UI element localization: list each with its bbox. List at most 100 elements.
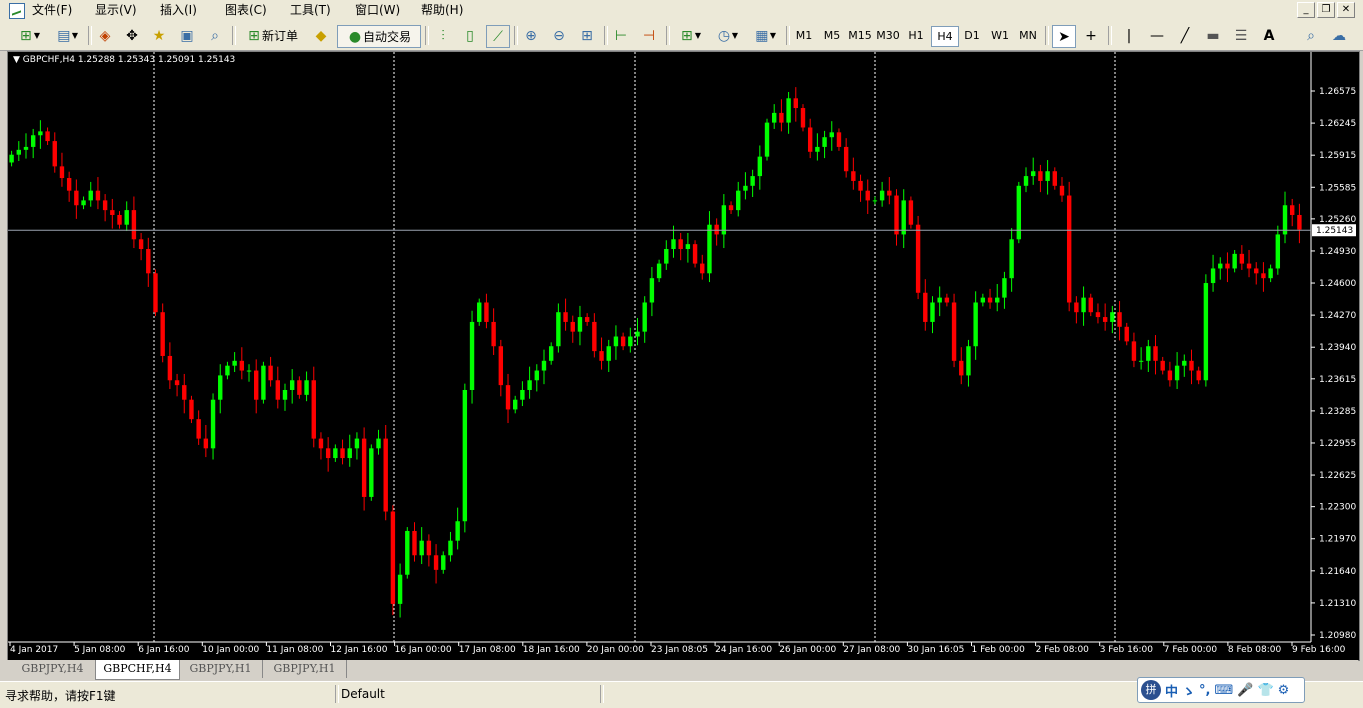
timeframe-d1[interactable]: D1 [959, 26, 985, 45]
zoom-in-button[interactable]: ⊕ [520, 25, 542, 46]
tab-gbpchf-h4[interactable]: GBPCHF,H4 [95, 660, 180, 680]
candle-body [836, 132, 842, 147]
cursor-tool-button[interactable]: ➤ [1052, 25, 1076, 48]
app-chart-icon[interactable] [9, 3, 25, 19]
candlestick-button[interactable]: ▯ [459, 25, 481, 46]
minimize-button[interactable]: _ [1297, 2, 1315, 18]
templates-icon: ▦ [755, 27, 769, 44]
candle-body [1146, 346, 1151, 361]
close-button[interactable]: ✕ [1337, 2, 1355, 18]
terminal-button[interactable]: ▣ [176, 25, 198, 46]
menu-bar: 文件(F) 显示(V) 插入(I) 图表(C) 工具(T) 窗口(W) 帮助(H… [0, 0, 1363, 22]
y-tick-label: 1.22300 [1319, 503, 1356, 513]
ime-toolbar[interactable]: 拼 中 ゝ °, ⌨ 🎤 👕 ⚙ [1137, 677, 1305, 703]
timeframe-mn[interactable]: MN [1015, 26, 1041, 45]
candle-body [289, 380, 295, 390]
ime-microphone-icon[interactable]: 🎤 [1237, 683, 1253, 698]
ime-moon-icon[interactable]: ゝ [1182, 681, 1195, 700]
auto-trading-label: 自动交易 [362, 30, 411, 44]
chart-shift-button[interactable]: ⊢ [610, 25, 632, 46]
channel-button[interactable]: ▬ [1202, 25, 1224, 46]
zoom-in-icon: ⊕ [525, 27, 537, 44]
horizontal-line-icon: — [1150, 27, 1164, 44]
candle-body [196, 419, 201, 439]
candle-body [843, 146, 849, 172]
vertical-line-button[interactable]: | [1118, 25, 1140, 46]
community-button[interactable]: ☁ [1328, 25, 1350, 46]
candle-body [239, 360, 245, 371]
timeframe-m5[interactable]: M5 [819, 26, 845, 45]
restore-button[interactable]: ❐ [1317, 2, 1335, 18]
tile-windows-button[interactable]: ⊞ [576, 25, 598, 46]
horizontal-line-button[interactable]: — [1146, 25, 1168, 46]
candlestick-chart[interactable]: 1.26575 1.26245 1.25915 1.25585 1.25260 1.249… [8, 52, 1359, 660]
menu-help[interactable]: 帮助(H) [421, 2, 463, 18]
timeframe-h1[interactable]: H1 [903, 26, 929, 45]
candle-body [944, 297, 950, 303]
timeframe-m30[interactable]: M30 [875, 26, 901, 45]
market-watch-button[interactable]: ◈ [94, 25, 116, 46]
ime-keyboard-icon[interactable]: ⌨ [1214, 683, 1233, 698]
candle-body [1167, 370, 1173, 381]
data-window-icon: ✥ [126, 27, 138, 44]
candle-body [102, 200, 108, 211]
candle-body [995, 297, 1000, 303]
candle-body [1160, 360, 1165, 371]
menu-insert[interactable]: 插入(I) [160, 2, 197, 18]
tab-gbpjpy-h1-2[interactable]: GBPJPY,H1 [263, 660, 347, 678]
menu-charts[interactable]: 图表(C) [225, 2, 267, 18]
candle-body [124, 210, 129, 225]
new-chart-button[interactable]: ⊞ ▼ [12, 25, 46, 46]
candle-body [383, 438, 388, 512]
profiles-button[interactable]: ▤ ▼ [50, 25, 84, 46]
menu-window[interactable]: 窗口(W) [355, 2, 400, 18]
tester-magnifier-icon: ⌕ [211, 27, 219, 44]
text-tool-button[interactable]: A [1258, 25, 1280, 46]
x-tick-label: 27 Jan 08:00 [843, 645, 900, 655]
menu-tools[interactable]: 工具(T) [290, 2, 331, 18]
tab-gbpjpy-h1[interactable]: GBPJPY,H1 [179, 660, 263, 678]
ime-settings-gear-icon[interactable]: ⚙ [1278, 683, 1290, 698]
candle-body [45, 131, 50, 142]
timeframe-w1[interactable]: W1 [987, 26, 1013, 45]
x-tick-label: 16 Jan 00:00 [395, 645, 452, 655]
timeframe-m15[interactable]: M15 [847, 26, 873, 45]
crosshair-tool-button[interactable]: + [1080, 25, 1102, 46]
indicators-button[interactable]: ⊞ ▼ [673, 25, 707, 46]
periods-button[interactable]: ◷ ▼ [710, 25, 744, 46]
search-button[interactable]: ⌕ [1300, 25, 1322, 46]
metaeditor-button[interactable]: ◆ [310, 25, 332, 46]
menu-view[interactable]: 显示(V) [95, 2, 137, 18]
timeframe-m1[interactable]: M1 [791, 26, 817, 45]
candle-body [628, 336, 633, 347]
timeframe-h4[interactable]: H4 [931, 26, 959, 47]
candle-body [714, 224, 719, 235]
menu-file[interactable]: 文件(F) [32, 2, 72, 18]
fibonacci-button[interactable]: ☰ [1230, 25, 1252, 46]
candle-body [1138, 360, 1144, 362]
bar-chart-button[interactable]: ⫶ [432, 25, 454, 46]
candle-body [700, 263, 705, 274]
y-tick-label: 1.22625 [1319, 471, 1356, 481]
data-window-button[interactable]: ✥ [121, 25, 143, 46]
auto-trading-button[interactable]: ● 自动交易 [337, 25, 421, 48]
status-divider [600, 685, 604, 703]
zoom-out-button[interactable]: ⊖ [548, 25, 570, 46]
ime-logo[interactable]: 拼 [1141, 680, 1161, 700]
navigator-button[interactable]: ★ [148, 25, 170, 46]
x-tick-label: 8 Feb 08:00 [1228, 645, 1282, 655]
trendline-button[interactable]: ╱ [1174, 25, 1196, 46]
ime-skin-icon[interactable]: 👕 [1257, 683, 1273, 698]
new-order-button[interactable]: ⊞ 新订单 [240, 25, 304, 46]
candle-body [1203, 283, 1209, 381]
line-chart-button[interactable]: ⟋ [486, 25, 510, 48]
ime-chinese-mode[interactable]: 中 [1165, 681, 1178, 700]
chart-window[interactable]: 1.26575 1.26245 1.25915 1.25585 1.25260 1.249… [7, 51, 1360, 661]
strategy-tester-button[interactable]: ⌕ [204, 25, 226, 46]
ime-punctuation-icon[interactable]: °, [1199, 683, 1210, 698]
autoscroll-button[interactable]: ⊣ [638, 25, 660, 46]
tab-gbpjpy-h4[interactable]: GBPJPY,H4 [10, 660, 96, 678]
templates-button[interactable]: ▦ ▼ [748, 25, 782, 46]
x-tick-label: 20 Jan 00:00 [587, 645, 644, 655]
x-tick-label: 7 Feb 00:00 [1164, 645, 1218, 655]
